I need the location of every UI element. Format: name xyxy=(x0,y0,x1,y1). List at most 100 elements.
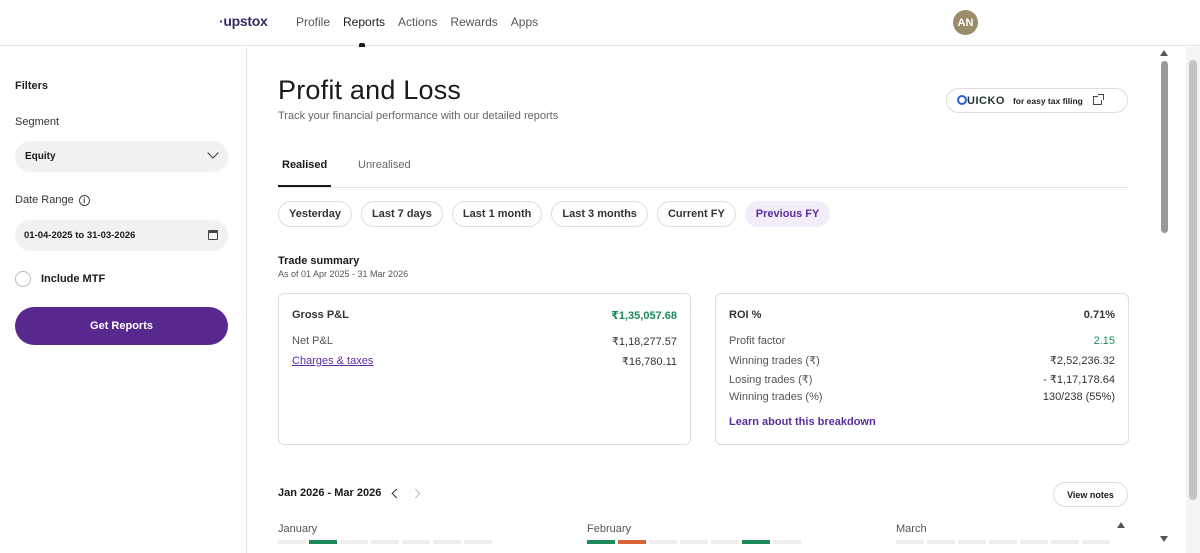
day-cell[interactable] xyxy=(1051,540,1079,544)
period-current-fy[interactable]: Current FY xyxy=(656,201,736,227)
main-content: Profit and Loss Track your financial per… xyxy=(248,47,1158,553)
day-cell[interactable] xyxy=(649,540,677,544)
winning-pct-value: 130/238 (55%) xyxy=(1042,391,1115,403)
period-yesterday[interactable]: Yesterday xyxy=(278,201,352,227)
january-heatmap xyxy=(278,540,492,544)
page-title: Profit and Loss xyxy=(278,75,462,105)
tab-unrealised[interactable]: Unrealised xyxy=(358,159,411,171)
page-scroll-thumb[interactable] xyxy=(1189,60,1197,500)
winning-trades-value: ₹2,52,236.32 xyxy=(1049,355,1115,367)
pnl-tabs: Realised Unrealised xyxy=(277,159,1128,188)
month-january: January xyxy=(278,523,318,535)
day-cell[interactable] xyxy=(742,540,770,544)
view-notes-button[interactable]: View notes xyxy=(1053,482,1128,507)
calendar-icon[interactable] xyxy=(208,230,218,240)
filters-sidebar: Filters Segment Equity Date Range i 01-0… xyxy=(0,47,247,553)
chevron-right-icon[interactable] xyxy=(410,488,421,498)
period-last-1-month[interactable]: Last 1 month xyxy=(451,201,543,227)
chevron-left-icon[interactable] xyxy=(391,488,402,498)
include-mtf-radio[interactable] xyxy=(15,271,31,287)
segment-dropdown[interactable]: Equity xyxy=(15,141,228,172)
filters-title: Filters xyxy=(15,80,49,92)
day-cell[interactable] xyxy=(464,540,492,544)
day-cell[interactable] xyxy=(278,540,306,544)
nav-apps[interactable]: Apps xyxy=(511,15,538,29)
trade-summary-title: Trade summary xyxy=(278,255,360,267)
day-cell[interactable] xyxy=(402,540,430,544)
profit-factor-row: Profit factor 2.15 xyxy=(729,335,1115,347)
day-cell[interactable] xyxy=(340,540,368,544)
learn-breakdown-link[interactable]: Learn about this breakdown xyxy=(729,416,876,428)
day-cell[interactable] xyxy=(618,540,646,544)
roi-summary-card: ROI % 0.71% Profit factor 2.15 Winning t… xyxy=(715,293,1129,445)
tab-realised[interactable]: Realised xyxy=(277,159,332,187)
pnl-summary-card: Gross P&L ₹1,35,057.68 Net P&L ₹1,18,277… xyxy=(278,293,691,445)
date-range-value: 01-04-2025 to 31-03-2026 xyxy=(24,230,136,241)
day-cell[interactable] xyxy=(1020,540,1048,544)
nav-reports[interactable]: Reports xyxy=(343,15,385,47)
user-avatar[interactable]: AN xyxy=(953,10,978,35)
day-cell[interactable] xyxy=(927,540,955,544)
day-cell[interactable] xyxy=(309,540,337,544)
day-cell[interactable] xyxy=(433,540,461,544)
march-heatmap xyxy=(896,540,1110,544)
february-heatmap xyxy=(587,540,801,544)
scroll-up-arrow-icon[interactable] xyxy=(1160,50,1168,56)
trade-summary-subtitle: As of 01 Apr 2025 - 31 Mar 2026 xyxy=(278,269,409,279)
quicko-logo: UICKO xyxy=(957,94,1005,107)
nav-rewards[interactable]: Rewards xyxy=(450,15,497,29)
chevron-down-icon xyxy=(207,147,219,159)
roi-row: ROI % 0.71% xyxy=(729,309,1115,321)
winning-pct-row: Winning trades (%) 130/238 (55%) xyxy=(729,391,1115,403)
scroll-up-icon[interactable] xyxy=(1117,522,1125,528)
day-cell[interactable] xyxy=(587,540,615,544)
quicko-text: for easy tax filing xyxy=(1012,95,1083,106)
period-filters: Yesterday Last 7 days Last 1 month Last … xyxy=(278,201,831,227)
segment-label: Segment xyxy=(15,116,60,128)
day-cell[interactable] xyxy=(958,540,986,544)
quicko-tax-filing-button[interactable]: UICKO for easy tax filing xyxy=(946,88,1128,113)
winning-trades-row: Winning trades (₹) ₹2,52,236.32 xyxy=(729,355,1115,367)
day-cell[interactable] xyxy=(711,540,739,544)
period-last-7-days[interactable]: Last 7 days xyxy=(360,201,443,227)
losing-trades-value: - ₹1,17,178.64 xyxy=(1043,374,1115,386)
day-cell[interactable] xyxy=(896,540,924,544)
date-range-input[interactable]: 01-04-2025 to 31-03-2026 xyxy=(15,220,228,251)
day-cell[interactable] xyxy=(989,540,1017,544)
nav-profile[interactable]: Profile xyxy=(296,15,330,29)
upstox-logo[interactable]: ·upstox xyxy=(219,13,268,29)
net-pnl-row: Net P&L ₹1,18,277.57 xyxy=(292,335,677,348)
date-range-label: Date Range i xyxy=(15,194,90,206)
day-cell[interactable] xyxy=(1082,540,1110,544)
period-last-3-months[interactable]: Last 3 months xyxy=(551,201,648,227)
scroll-down-arrow-icon[interactable] xyxy=(1160,536,1168,542)
include-mtf-option[interactable]: Include MTF xyxy=(15,271,105,287)
losing-trades-row: Losing trades (₹) - ₹1,17,178.64 xyxy=(729,374,1115,386)
info-icon[interactable]: i xyxy=(78,194,90,206)
include-mtf-label: Include MTF xyxy=(41,273,106,285)
segment-value: Equity xyxy=(25,151,56,162)
calendar-range-nav: Jan 2026 - Mar 2026 xyxy=(278,487,421,499)
calendar-range: Jan 2026 - Mar 2026 xyxy=(278,487,382,499)
gross-pnl-value: ₹1,35,057.68 xyxy=(611,310,677,322)
day-cell[interactable] xyxy=(371,540,399,544)
profit-factor-value: 2.15 xyxy=(1093,335,1115,347)
inner-scroll-thumb[interactable] xyxy=(1161,61,1168,233)
period-previous-fy[interactable]: Previous FY xyxy=(744,201,831,227)
charges-taxes-link[interactable]: Charges & taxes xyxy=(292,355,373,368)
external-link-icon xyxy=(1092,94,1104,105)
month-february: February xyxy=(587,523,632,535)
net-pnl-value: ₹1,18,277.57 xyxy=(611,336,677,348)
charges-row: Charges & taxes ₹16,780.11 xyxy=(292,355,677,368)
get-reports-button[interactable]: Get Reports xyxy=(15,307,228,345)
nav-actions[interactable]: Actions xyxy=(398,15,437,29)
day-cell[interactable] xyxy=(773,540,801,544)
day-cell[interactable] xyxy=(680,540,708,544)
page-subtitle: Track your financial performance with ou… xyxy=(278,110,559,122)
top-navbar: ·upstox Profile Reports Actions Rewards … xyxy=(0,0,1200,47)
charges-value: ₹16,780.11 xyxy=(621,356,677,368)
roi-value: 0.71% xyxy=(1083,309,1115,321)
gross-pnl-row: Gross P&L ₹1,35,057.68 xyxy=(292,309,677,322)
main-nav: Profile Reports Actions Rewards Apps xyxy=(296,15,538,47)
month-march: March xyxy=(896,523,927,535)
